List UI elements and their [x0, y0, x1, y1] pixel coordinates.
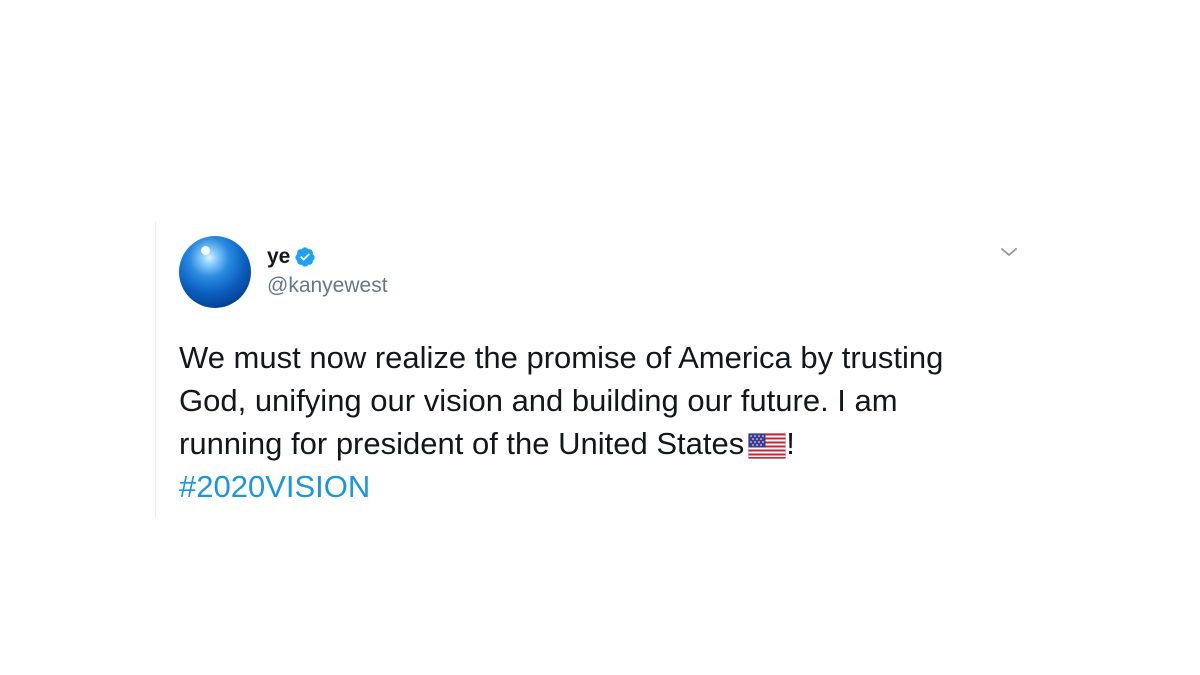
tweet-text-line: God, unifying our vision and building ou… — [179, 383, 898, 418]
name-row: ye — [267, 244, 388, 270]
tweet-text-line: #2020VISION — [179, 465, 1009, 508]
display-name[interactable]: ye — [267, 245, 290, 269]
user-handle[interactable]: @kanyewest — [267, 274, 388, 298]
tweet-text-segment: ! — [786, 426, 795, 461]
user-names: ye @kanyewest — [267, 244, 388, 298]
tweet-screenshot: ye @kanyewest We must now realize the pr… — [0, 0, 1200, 675]
tweet-text-line: running for president of the United Stat… — [179, 422, 1009, 465]
chevron-down-icon[interactable] — [999, 242, 1019, 262]
tweet-text: We must now realize the promise of Ameri… — [179, 336, 1009, 508]
tweet-text-segment: running for president of the United Stat… — [179, 426, 745, 461]
hashtag-link[interactable]: #2020VISION — [179, 469, 370, 504]
tweet-header: ye @kanyewest — [179, 236, 1029, 308]
avatar[interactable] — [179, 236, 251, 308]
tweet-text-line: We must now realize the promise of Ameri… — [179, 340, 944, 375]
tweet-card: ye @kanyewest We must now realize the pr… — [179, 236, 1029, 508]
verified-badge-icon — [295, 247, 315, 267]
us-flag-emoji-icon — [748, 433, 787, 459]
divider — [155, 222, 156, 518]
